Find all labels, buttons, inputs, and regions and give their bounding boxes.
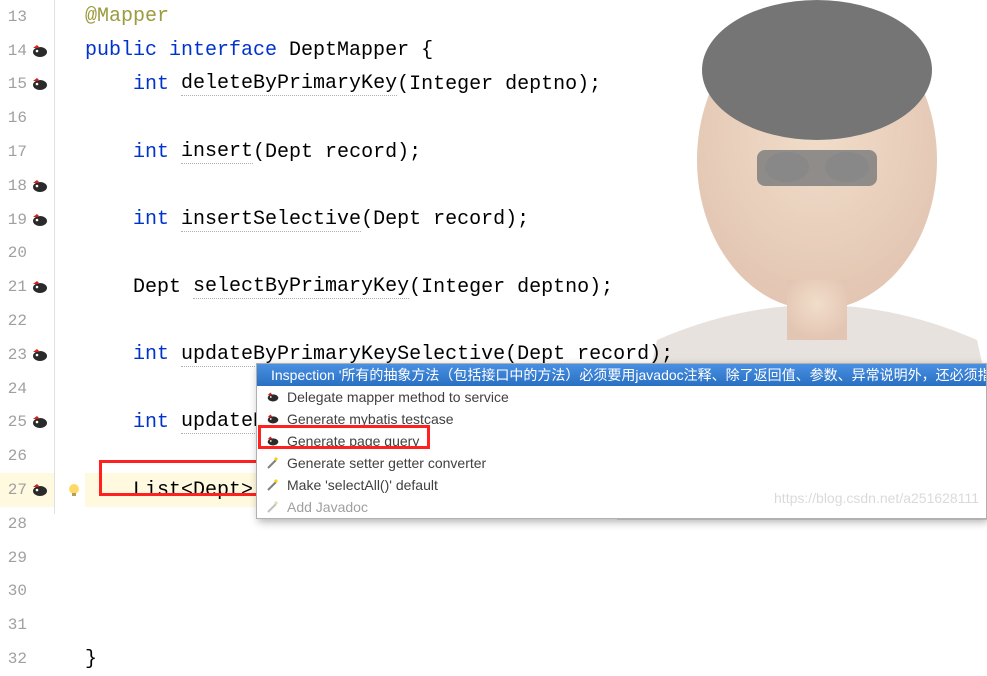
mybatis-bird-icon [265,389,281,405]
popup-item-page-query[interactable]: Generate page query [257,430,986,452]
intention-bulb-icon[interactable] [65,481,83,499]
popup-item-label: Generate setter getter converter [287,455,486,471]
line-number: 16 [7,109,27,127]
popup-item-make-default[interactable]: Make 'selectAll()' default [257,474,986,496]
line-number: 21 [7,278,27,296]
method-params: (Dept record); [361,208,529,231]
line-number: 13 [7,8,27,26]
mybatis-bird-icon[interactable] [31,42,49,60]
keyword-int: int [133,141,181,164]
annotation: @Mapper [85,5,169,28]
method-params: (Integer deptno); [397,73,601,96]
line-number: 31 [7,616,27,634]
class-name: DeptMapper { [289,39,433,62]
popup-item-testcase[interactable]: Generate mybatis testcase [257,408,986,430]
keyword-interface: interface [169,39,289,62]
popup-item-label: Add Javadoc [287,499,368,515]
method-name: deleteByPrimaryKey [181,72,397,96]
mybatis-bird-icon[interactable] [31,481,49,499]
keyword-public: public [85,39,169,62]
line-number: 15 [7,75,27,93]
popup-item-label: Delegate mapper method to service [287,389,509,405]
mybatis-bird-icon [265,411,281,427]
popup-item-add-javadoc[interactable]: Add Javadoc [257,496,986,518]
type-list: List [133,479,181,502]
line-number: 29 [7,549,27,567]
method-name: insertSelective [181,208,361,232]
line-number: 25 [7,413,27,431]
method-name: insert [181,140,253,164]
keyword-int: int [133,208,181,231]
line-number: 26 [7,447,27,465]
line-number: 19 [7,211,27,229]
keyword-int: int [133,411,181,434]
line-number: 17 [7,143,27,161]
mybatis-bird-icon[interactable] [31,278,49,296]
line-number: 28 [7,515,27,533]
method-params: (Dept record); [253,141,421,164]
line-number: 24 [7,380,27,398]
mybatis-bird-icon [265,433,281,449]
generic-type: <Dept> [181,479,265,502]
popup-item-delegate[interactable]: Delegate mapper method to service [257,386,986,408]
gutter: 13 14 15 16 17 18 19 20 21 22 23 24 25 2… [0,0,55,514]
popup-item-label: Generate mybatis testcase [287,411,454,427]
mybatis-bird-icon[interactable] [31,346,49,364]
line-number: 18 [7,177,27,195]
mybatis-bird-icon[interactable] [31,177,49,195]
method-params: (Integer deptno); [409,276,613,299]
keyword-int: int [133,73,181,96]
popup-item-label: Generate page query [287,433,419,449]
wand-icon [265,499,281,515]
intention-popup: Inspection '所有的抽象方法（包括接口中的方法）必须要用javadoc… [256,363,987,519]
mybatis-bird-icon[interactable] [31,211,49,229]
popup-item-label: Make 'selectAll()' default [287,477,438,493]
closing-brace: } [85,648,97,671]
line-number: 22 [7,312,27,330]
line-number: 27 [7,481,27,499]
line-number: 20 [7,244,27,262]
method-name: selectByPrimaryKey [193,275,409,299]
popup-header-text: Inspection '所有的抽象方法（包括接口中的方法）必须要用javadoc… [271,365,986,385]
wand-icon [265,455,281,471]
line-number: 14 [7,42,27,60]
popup-item-setter-getter[interactable]: Generate setter getter converter [257,452,986,474]
line-number: 23 [7,346,27,364]
return-type: Dept [133,276,193,299]
line-number: 32 [7,650,27,668]
keyword-int: int [133,343,181,366]
popup-header[interactable]: Inspection '所有的抽象方法（包括接口中的方法）必须要用javadoc… [257,364,986,386]
wand-icon [265,477,281,493]
mybatis-bird-icon[interactable] [31,413,49,431]
mybatis-bird-icon[interactable] [31,75,49,93]
line-number: 30 [7,582,27,600]
